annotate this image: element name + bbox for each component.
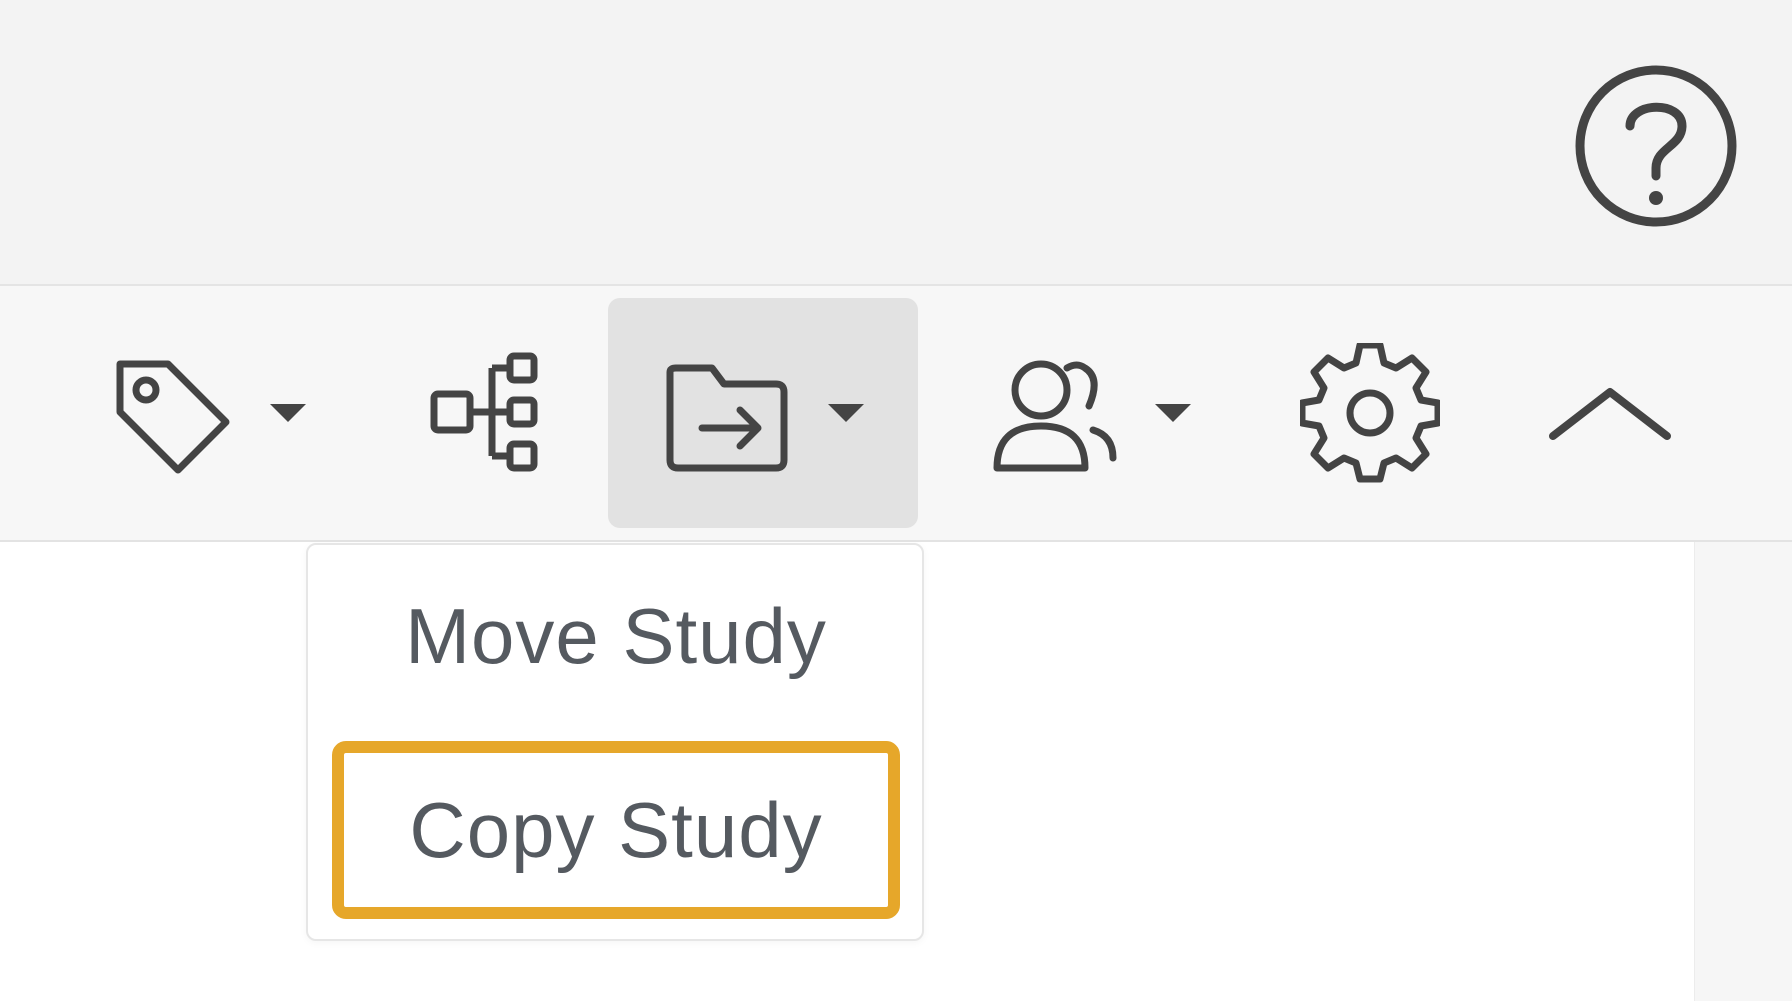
- top-bar: [0, 0, 1792, 286]
- chevron-down-icon: [270, 404, 306, 422]
- tag-icon: [116, 360, 230, 474]
- users-icon: [993, 360, 1117, 472]
- users-button[interactable]: [970, 298, 1210, 528]
- chevron-up-icon: [1549, 388, 1671, 440]
- settings-button[interactable]: [1290, 298, 1450, 528]
- collapse-toolbar-button[interactable]: [1530, 298, 1690, 528]
- gear-icon: [1300, 343, 1440, 483]
- help-button[interactable]: [1570, 60, 1742, 232]
- move-copy-button[interactable]: [608, 298, 918, 528]
- move-study-menu-item[interactable]: Move Study: [332, 547, 900, 725]
- folder-arrow-icon: [666, 364, 788, 472]
- hierarchy-icon: [430, 352, 538, 472]
- hierarchy-button[interactable]: [410, 298, 560, 528]
- move-copy-dropdown-menu: Move Study Copy Study: [306, 543, 924, 941]
- tag-button[interactable]: [90, 298, 320, 528]
- help-circle-icon: [1575, 65, 1737, 227]
- chevron-down-icon: [828, 404, 864, 422]
- copy-study-menu-item[interactable]: Copy Study: [332, 741, 900, 919]
- toolbar: [0, 286, 1792, 542]
- right-panel-edge: [1694, 542, 1792, 1001]
- chevron-down-icon: [1155, 404, 1191, 422]
